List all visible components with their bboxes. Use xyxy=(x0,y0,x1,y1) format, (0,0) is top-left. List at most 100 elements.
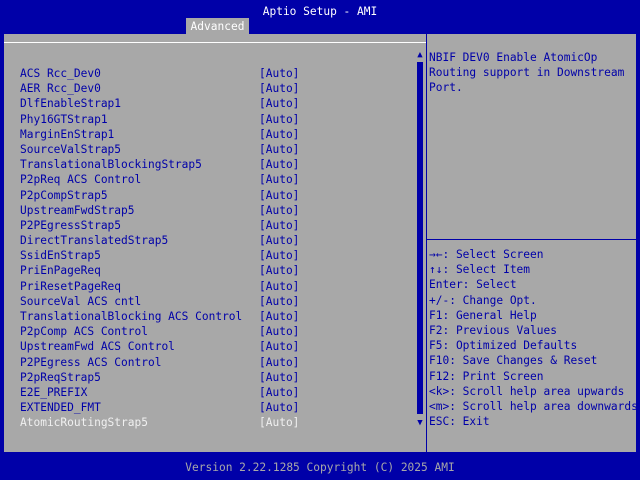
setting-value[interactable]: [Auto] xyxy=(259,248,299,263)
setting-value[interactable]: [Auto] xyxy=(259,112,299,127)
setting-row[interactable]: P2PEgressStrap5 [Auto] xyxy=(20,218,300,233)
setting-label: SourceValStrap5 xyxy=(20,142,122,156)
setting-value[interactable]: [Auto] xyxy=(259,294,299,309)
setting-row[interactable]: DirectTranslatedStrap5 [Auto] xyxy=(20,233,300,248)
setting-value[interactable]: [Auto] xyxy=(259,218,299,233)
setting-label: TranslationalBlocking ACS Control xyxy=(20,310,243,323)
key-hint: +/-: Change Opt. xyxy=(429,293,537,307)
setting-value[interactable]: [Auto] xyxy=(259,81,299,96)
setting-label: DirectTranslatedStrap5 xyxy=(20,234,169,248)
setting-value[interactable]: [Auto] xyxy=(259,142,299,157)
setting-value[interactable]: [Auto] xyxy=(259,370,299,385)
setting-value[interactable]: [Auto] xyxy=(259,309,299,324)
setting-value[interactable]: [Auto] xyxy=(259,400,299,415)
scrollbar-track[interactable] xyxy=(417,62,423,414)
setting-row[interactable]: UpstreamFwdStrap5 [Auto] xyxy=(20,203,300,218)
setting-label: EXTENDED_FMT xyxy=(20,401,101,415)
key-hint: F12: Print Screen xyxy=(429,369,544,383)
setting-row[interactable]: P2pCompStrap5 [Auto] xyxy=(20,188,300,203)
setting-label: UpstreamFwd ACS Control xyxy=(20,340,175,354)
setting-value[interactable]: [Auto] xyxy=(259,157,299,172)
header-bar: Aptio Setup - AMI Advanced xyxy=(0,0,640,34)
setting-row[interactable]: P2pReq ACS Control [Auto] xyxy=(20,172,300,187)
setting-label: PriEnPageReq xyxy=(20,264,101,278)
setting-row[interactable]: DlfEnableStrap1 [Auto] xyxy=(20,96,300,111)
scroll-up-arrow-icon[interactable]: ▲ xyxy=(415,50,425,60)
setting-label: E2E_PREFIX xyxy=(20,385,88,399)
key-hint: Enter: Select xyxy=(429,278,517,292)
setting-label: P2PEgress ACS Control xyxy=(20,355,162,369)
scroll-down-arrow-icon[interactable]: ▼ xyxy=(415,418,425,428)
setting-row[interactable]: P2pReqStrap5 [Auto] xyxy=(20,370,300,385)
scrollbar[interactable]: ▲ ▼ xyxy=(415,50,425,428)
setting-row[interactable]: SourceVal ACS cntl [Auto] xyxy=(20,294,300,309)
setting-label: P2PEgressStrap5 xyxy=(20,218,122,232)
setting-value[interactable]: [Auto] xyxy=(259,279,299,294)
setting-value[interactable]: [Auto] xyxy=(259,263,299,278)
tab-advanced[interactable]: Advanced xyxy=(186,18,249,34)
setting-label: UpstreamFwdStrap5 xyxy=(20,203,135,217)
setting-value[interactable]: [Auto] xyxy=(259,415,299,430)
setting-label: AER Rcc_Dev0 xyxy=(20,82,101,96)
key-hint: →←: Select Screen xyxy=(429,248,544,261)
setting-row[interactable]: E2E_PREFIX [Auto] xyxy=(20,385,300,400)
key-hint: ESC: Exit xyxy=(429,415,490,429)
key-hint: F10: Save Changes & Reset xyxy=(429,354,598,368)
setting-row[interactable]: PriEnPageReq [Auto] xyxy=(20,263,300,278)
setting-label: DlfEnableStrap1 xyxy=(20,97,122,111)
setting-value[interactable]: [Auto] xyxy=(259,385,299,400)
setting-label: SourceVal ACS cntl xyxy=(20,294,142,308)
setting-value[interactable]: [Auto] xyxy=(259,233,299,248)
setting-value[interactable]: [Auto] xyxy=(259,339,299,354)
divider-vertical xyxy=(426,34,427,452)
setting-label: AtomicRoutingStrap5 xyxy=(20,416,148,430)
setting-row[interactable]: TranslationalBlocking ACS Control [Auto] xyxy=(20,309,300,324)
setting-row[interactable]: ACS Rcc_Dev0 [Auto] xyxy=(20,66,300,81)
key-hint: <m>: Scroll help area downwards xyxy=(429,399,638,413)
setting-row[interactable]: MarginEnStrap1 [Auto] xyxy=(20,127,300,142)
key-hint: F5: Optimized Defaults xyxy=(429,339,578,353)
setting-label: ACS Rcc_Dev0 xyxy=(20,67,101,80)
setting-row[interactable]: PriResetPageReq [Auto] xyxy=(20,279,300,294)
setting-value[interactable]: [Auto] xyxy=(259,172,299,187)
setting-row[interactable]: SsidEnStrap5 [Auto] xyxy=(20,248,300,263)
key-hint: <k>: Scroll help area upwards xyxy=(429,384,625,398)
setting-value[interactable]: [Auto] xyxy=(259,96,299,111)
setting-row[interactable]: AtomicRoutingStrap5 [Auto] xyxy=(20,415,300,430)
setting-row[interactable]: UpstreamFwd ACS Control [Auto] xyxy=(20,339,300,354)
key-hint: ↑↓: Select Item xyxy=(429,263,531,277)
key-hint: F1: General Help xyxy=(429,308,537,322)
scrollbar-thumb[interactable] xyxy=(417,62,423,414)
setting-label: SsidEnStrap5 xyxy=(20,249,101,263)
setting-value[interactable]: [Auto] xyxy=(259,324,299,339)
key-hint: F2: Previous Values xyxy=(429,323,557,337)
divider-top xyxy=(4,42,426,43)
setting-row[interactable]: TranslationalBlockingStrap5 [Auto] xyxy=(20,157,300,172)
setting-row[interactable]: SourceValStrap5 [Auto] xyxy=(20,142,300,157)
setting-row[interactable]: P2PEgress ACS Control [Auto] xyxy=(20,355,300,370)
setting-value[interactable]: [Auto] xyxy=(259,127,299,142)
setting-label: P2pReqStrap5 xyxy=(20,370,101,384)
setting-row[interactable]: AER Rcc_Dev0 [Auto] xyxy=(20,81,300,96)
setting-label: TranslationalBlockingStrap5 xyxy=(20,158,202,172)
version-text: Version 2.22.1285 Copyright (C) 2025 AMI xyxy=(0,460,640,476)
setting-value[interactable]: [Auto] xyxy=(259,66,299,81)
setting-label: P2pCompStrap5 xyxy=(20,188,108,202)
setting-row[interactable]: Phy16GTStrap1 [Auto] xyxy=(20,112,300,127)
setting-row[interactable]: EXTENDED_FMT [Auto] xyxy=(20,400,300,415)
key-legend: →←: Select Screen ↑↓: Select Item Enter: S… xyxy=(429,247,638,429)
setting-label: PriResetPageReq xyxy=(20,279,122,293)
settings-list: ACS Rcc_Dev0 [Auto] AER Rcc_Dev0 [Auto] DlfE… xyxy=(20,66,300,431)
main-panel: ACS Rcc_Dev0 [Auto] AER Rcc_Dev0 [Auto] DlfE… xyxy=(4,34,638,452)
footer-bar: Version 2.22.1285 Copyright (C) 2025 AMI xyxy=(0,452,640,480)
setting-label: MarginEnStrap1 xyxy=(20,127,115,141)
setting-value[interactable]: [Auto] xyxy=(259,203,299,218)
setting-value[interactable]: [Auto] xyxy=(259,188,299,203)
app-title: Aptio Setup - AMI xyxy=(262,5,378,18)
setting-label: P2pReq ACS Control xyxy=(20,173,142,187)
setting-label: Phy16GTStrap1 xyxy=(20,112,108,126)
help-description: NBIF DEV0 Enable AtomicOp Routing suppor… xyxy=(429,51,625,95)
setting-row[interactable]: P2pComp ACS Control [Auto] xyxy=(20,324,300,339)
setting-value[interactable]: [Auto] xyxy=(259,355,299,370)
setting-label: P2pComp ACS Control xyxy=(20,325,148,339)
